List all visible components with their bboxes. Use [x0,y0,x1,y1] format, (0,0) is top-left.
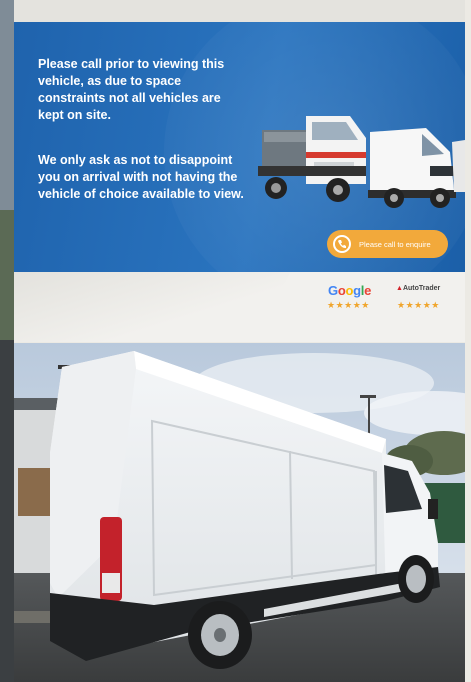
vehicles-illustration [258,116,465,208]
call-to-enquire-button[interactable]: Please call to enquire [327,230,448,258]
banner-top-band [14,0,465,22]
phone-icon [333,235,351,253]
van-photo [14,343,465,682]
disappoint-notice-text: We only ask as not to disappoint you on … [38,153,244,201]
google-rating-stars: ★★★★★ [327,300,370,310]
tipper-truck [258,116,366,202]
blue-message-panel: Please call prior to viewing this vehicl… [14,22,465,272]
autotrader-logo: ▲AutoTrader [396,285,441,292]
van-photo-scene [14,343,465,682]
autotrader-rating-stars: ★★★★★ [397,300,440,310]
white-van [368,128,456,208]
cta-label: Please call to enquire [359,239,431,249]
info-banner: Please call prior to viewing this vehicl… [14,0,465,342]
left-neighbour-image [0,0,14,682]
google-logo: Google [328,283,372,298]
viewing-notice-text: Please call prior to viewing this vehicl… [38,57,225,122]
